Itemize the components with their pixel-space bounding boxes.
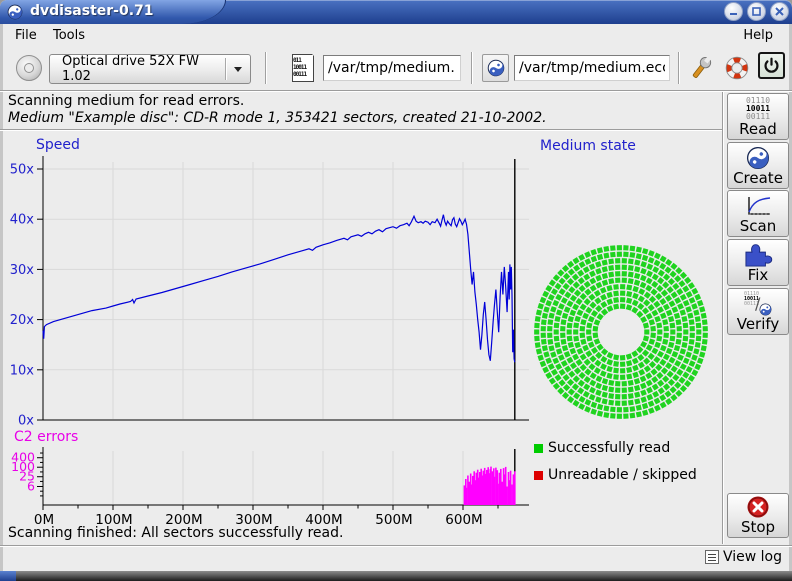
legend-label: Unreadable / skipped (548, 467, 697, 483)
app-icon (7, 4, 23, 20)
log-icon (705, 550, 719, 564)
read-button[interactable]: 01110 10011 00111 Read (727, 93, 789, 140)
drive-button[interactable] (12, 51, 46, 85)
help-button[interactable] (723, 53, 751, 83)
iso-file-input[interactable] (323, 55, 461, 81)
scan-button[interactable]: Scan (727, 190, 789, 237)
ecc-file-input[interactable] (514, 55, 670, 81)
view-log-label: View log (723, 549, 782, 565)
stop-icon (746, 495, 770, 519)
chevron-down-icon (226, 67, 250, 72)
preferences-button[interactable] (687, 53, 715, 83)
svg-text:6: 6 (27, 479, 35, 494)
svg-text:30x: 30x (10, 263, 35, 278)
svg-text:Speed: Speed (36, 137, 80, 153)
close-button[interactable] (770, 2, 789, 21)
status-line-2: Medium "Example disc": CD-R mode 1, 3534… (8, 110, 547, 126)
toolbar-separator (265, 52, 267, 84)
titlebar[interactable]: dvdisaster-0.71 (0, 0, 792, 24)
separator (0, 90, 792, 92)
maximize-button[interactable] (747, 2, 766, 21)
menu-tools[interactable]: Tools (47, 27, 91, 44)
menu-file[interactable]: File (9, 27, 43, 44)
lifebelt-icon (724, 55, 750, 81)
window-bottom-corner (0, 571, 16, 581)
toolbar-separator (471, 52, 473, 84)
drive-selector-value: Optical drive 52X FW 1.02 (50, 54, 225, 84)
power-icon (763, 57, 780, 74)
close-icon (774, 6, 785, 17)
separator (0, 129, 722, 131)
minimize-button[interactable] (724, 2, 743, 21)
ecc-file-icon[interactable] (482, 54, 509, 82)
create-button[interactable]: Create (727, 142, 789, 189)
wrench-icon (688, 55, 714, 81)
medium-state-title: Medium state (540, 138, 636, 154)
menubar: File Tools Help (3, 24, 789, 46)
dvdisaster-window: dvdisaster-0.71 File Tools Help Optical … (0, 0, 792, 581)
c2-errors-chart: C2 errors4001002560M100M200M300M400M500M… (0, 425, 540, 532)
speed-chart: Speed0x10x20x30x40x50x (0, 132, 540, 432)
stop-button[interactable]: Stop (727, 493, 789, 538)
mini-chart-icon (744, 195, 772, 218)
svg-text:10x: 10x (10, 363, 35, 378)
svg-text:500M: 500M (375, 512, 412, 528)
separator (722, 92, 724, 544)
scan-result-status: Scanning finished: All sectors successfu… (8, 525, 343, 541)
legend-label: Successfully read (548, 440, 670, 456)
svg-text:40x: 40x (10, 213, 35, 228)
legend-item-unreadable: Unreadable / skipped (534, 467, 697, 483)
binary-yinyang-icon: 01110 10011 00111 / (744, 292, 772, 316)
legend-swatch-red (534, 471, 543, 480)
window-title: dvdisaster-0.71 (30, 3, 154, 19)
minimize-icon (728, 6, 739, 17)
status-line-1: Scanning medium for read errors. (8, 93, 244, 109)
toolbar: Optical drive 52X FW 1.02 011 10011 0011… (3, 46, 789, 90)
menu-help[interactable]: Help (737, 27, 779, 44)
maximize-icon (751, 6, 762, 17)
yin-yang-icon (746, 146, 770, 170)
separator (0, 545, 792, 547)
svg-text:20x: 20x (10, 313, 35, 328)
window-bottom-border (0, 571, 792, 581)
svg-text:50x: 50x (10, 163, 35, 178)
svg-text:600M: 600M (445, 512, 482, 528)
fix-button[interactable]: Fix (727, 239, 789, 286)
binary-icon: 01110 10011 00111 (746, 97, 770, 121)
view-log-button[interactable]: View log (705, 549, 782, 565)
legend-item-read: Successfully read (534, 440, 670, 456)
svg-text:C2 errors: C2 errors (14, 429, 78, 445)
medium-state-disc (532, 243, 710, 421)
iso-file-icon: 011 10011 00111 (291, 54, 317, 83)
verify-button[interactable]: 01110 10011 00111 / Verify (727, 288, 789, 335)
drive-selector[interactable]: Optical drive 52X FW 1.02 (49, 54, 251, 84)
titlebar-swoosh (178, 0, 226, 24)
puzzle-icon (743, 241, 773, 267)
cd-drive-icon (16, 55, 42, 81)
quit-button[interactable] (758, 52, 785, 79)
toolbar-separator (678, 52, 680, 84)
legend-swatch-green (534, 444, 543, 453)
